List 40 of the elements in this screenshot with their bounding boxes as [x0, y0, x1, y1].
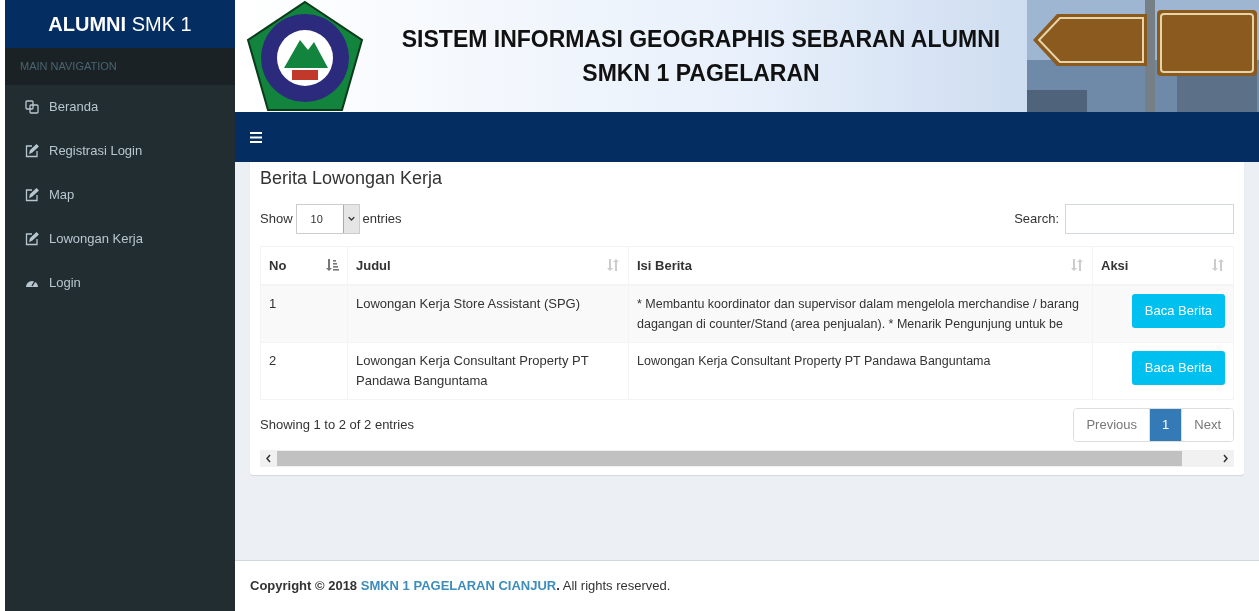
sidebar-header: MAIN NAVIGATION [5, 48, 235, 85]
sort-icon[interactable] [1211, 258, 1225, 273]
column-header[interactable]: Aksi [1092, 246, 1234, 285]
table-info: Showing 1 to 2 of 2 entries [260, 415, 414, 434]
table-cell: Lowongan Kerja Store Assistant (SPG) [347, 284, 629, 342]
table-cell: Lowongan Kerja Consultant Property PT Pandawa Banguntama [628, 342, 1093, 399]
sidebar-item[interactable]: Map [5, 173, 235, 217]
horizontal-scrollbar[interactable] [260, 449, 1234, 467]
edit-icon [25, 144, 39, 158]
search-field[interactable] [1065, 204, 1234, 234]
sidebar-item[interactable]: Login [5, 261, 235, 305]
show-label: Show [260, 210, 293, 229]
copy-icon [25, 100, 39, 114]
sort-ascending-icon[interactable] [325, 258, 339, 273]
table-cell: 2 [260, 342, 348, 399]
column-header[interactable]: Isi Berita [628, 246, 1093, 285]
sort-icon[interactable] [1070, 258, 1084, 273]
sort-icon[interactable] [606, 258, 620, 273]
pagination-button[interactable]: Next [1181, 408, 1233, 441]
caret-icon [342, 205, 359, 233]
table-cell: Lowongan Kerja Consultant Property PT Pandawa Banguntama [347, 342, 629, 399]
sidebar-item[interactable]: Beranda [5, 85, 235, 129]
sidebar-item[interactable]: Registrasi Login [5, 129, 235, 173]
edit-icon [25, 188, 39, 202]
edit-icon [25, 232, 39, 246]
box-title: Berita Lowongan Kerja [260, 167, 444, 190]
table-cell: 1 [260, 284, 348, 342]
pagination-button[interactable]: 1 [1149, 408, 1182, 441]
banner-title: SISTEM INFORMASI GEOGRAPHIS SEBARAN ALUMNI [401, 25, 1001, 54]
menu-icon[interactable] [250, 131, 262, 143]
sidebar-item[interactable]: Lowongan Kerja [5, 217, 235, 261]
school-logo-icon [244, 0, 366, 112]
banner-title: SMKN 1 PAGELARAN [582, 59, 820, 88]
entries-label: entries [362, 210, 402, 229]
table-cell: * Membantu koordinator dan supervisor dalam mengelola merchandise / barang dagangan di counter/Stand (area penjualan). * Menarik Pengunjung untuk be [628, 284, 1093, 342]
column-header[interactable]: No [260, 246, 348, 285]
column-header[interactable]: Judul [347, 246, 629, 285]
search-label: Search: [1014, 210, 1059, 229]
footer-text: Copyright © 2018 SMKN 1 PAGELARAN CIANJUR. All rights reserved. [250, 577, 671, 596]
entries-select[interactable]: 10 [295, 204, 360, 234]
